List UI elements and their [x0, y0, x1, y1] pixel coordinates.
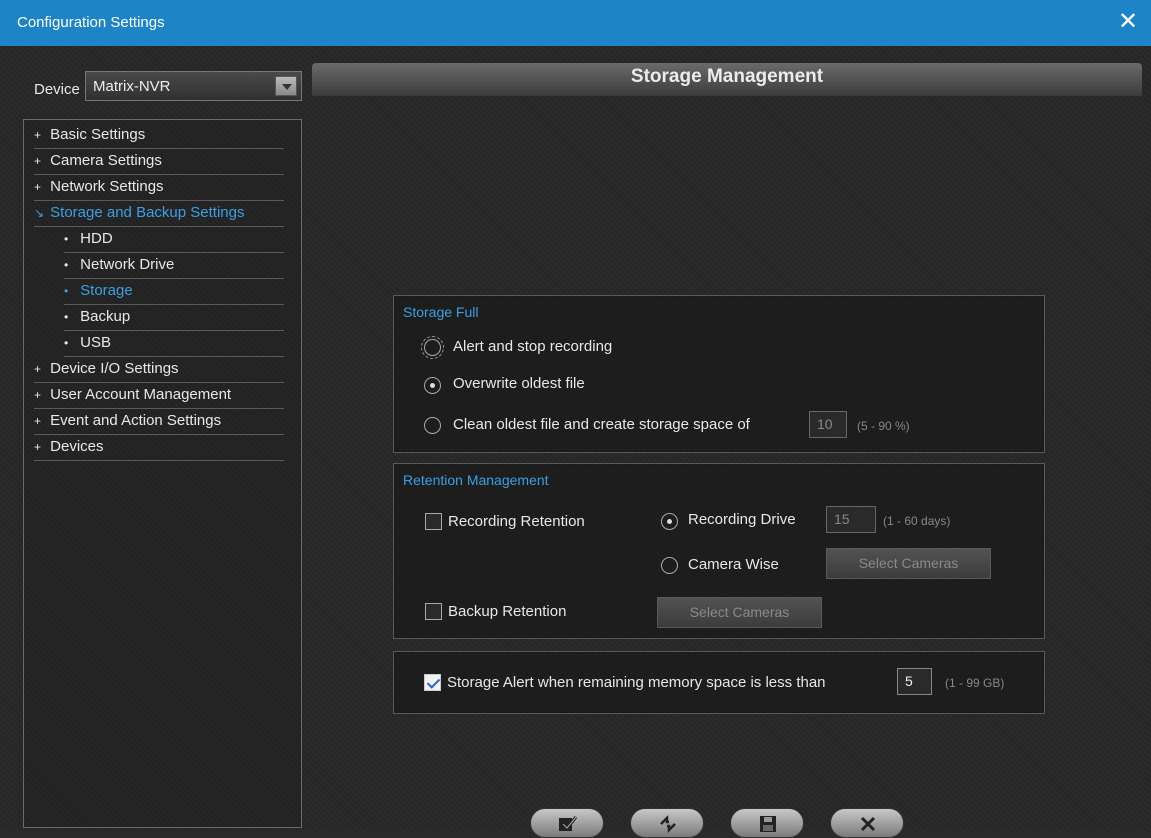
recording-drive-days-input[interactable]: 15: [826, 506, 876, 533]
radio-alert-stop[interactable]: [421, 336, 444, 359]
cancel-button[interactable]: [830, 808, 904, 838]
refresh-icon: [660, 815, 676, 833]
expand-icon: +: [34, 414, 42, 428]
recording-drive-range: (1 - 60 days): [883, 514, 951, 528]
tree-item-network-drive[interactable]: • Network Drive: [64, 254, 284, 279]
expand-icon: +: [34, 128, 42, 142]
tree-item-label: Event and Action Settings: [50, 412, 222, 429]
tree-item-devices[interactable]: + Devices: [34, 436, 284, 461]
tree-item-usb[interactable]: • USB: [64, 332, 284, 357]
backup-retention-checkbox[interactable]: [425, 603, 442, 620]
tree-item-label: Storage: [80, 282, 133, 299]
tree-item-backup[interactable]: • Backup: [64, 306, 284, 331]
radio-clean-oldest[interactable]: [424, 417, 441, 434]
radio-overwrite-label: Overwrite oldest file: [453, 375, 585, 392]
retention-group: Retention Management Recording Retention…: [393, 463, 1045, 639]
storage-alert-label: Storage Alert when remaining memory spac…: [447, 674, 826, 691]
storage-alert-range: (1 - 99 GB): [945, 676, 1005, 690]
clean-percent-input[interactable]: 10: [809, 411, 847, 438]
storage-full-title: Storage Full: [403, 304, 479, 320]
settings-tree: + Basic Settings + Camera Settings + Net…: [23, 119, 302, 828]
config-window: Device Matrix-NVR + Basic Settings + Cam…: [0, 46, 1151, 838]
bullet-icon: •: [64, 284, 69, 298]
cancel-icon: [860, 816, 876, 832]
tree-item-device-io-settings[interactable]: + Device I/O Settings: [34, 358, 284, 383]
radio-clean-oldest-label: Clean oldest file and create storage spa…: [453, 416, 750, 433]
tree-item-user-account-management[interactable]: + User Account Management: [34, 384, 284, 409]
page-title: Storage Management: [630, 66, 824, 87]
tree-item-network-settings[interactable]: + Network Settings: [34, 176, 284, 201]
content-panel: Storage Management Storage Full Alert an…: [312, 63, 1142, 838]
tree-item-label: Network Drive: [80, 256, 175, 273]
bullet-icon: •: [64, 232, 69, 246]
chevron-down-icon[interactable]: [275, 76, 297, 96]
tree-item-label: Device I/O Settings: [50, 360, 179, 377]
tree-item-event-action-settings[interactable]: + Event and Action Settings: [34, 410, 284, 435]
close-icon[interactable]: ✕: [1115, 9, 1141, 35]
refresh-button[interactable]: [630, 808, 704, 838]
expand-icon: +: [34, 180, 42, 194]
retention-title: Retention Management: [403, 472, 549, 488]
tree-item-storage-backup-settings[interactable]: ↘ Storage and Backup Settings: [34, 202, 284, 227]
tree-item-camera-settings[interactable]: + Camera Settings: [34, 150, 284, 175]
tree-item-label: Storage and Backup Settings: [50, 204, 245, 221]
window-title: Configuration Settings: [17, 14, 165, 31]
device-select[interactable]: Matrix-NVR: [85, 71, 302, 101]
tree-item-label: Basic Settings: [50, 126, 146, 143]
device-label: Device: [34, 81, 80, 98]
tree-item-storage[interactable]: • Storage: [64, 280, 284, 305]
tree-item-label: HDD: [80, 230, 113, 247]
tree-item-label: Backup: [80, 308, 131, 325]
bullet-icon: •: [64, 310, 69, 324]
tree-item-label: Camera Settings: [50, 152, 162, 169]
apply-button[interactable]: [530, 808, 604, 838]
tree-item-label: Devices: [50, 438, 104, 455]
storage-alert-group: Storage Alert when remaining memory spac…: [393, 651, 1045, 714]
radio-camera-wise[interactable]: [661, 557, 678, 574]
backup-select-cameras-button[interactable]: Select Cameras: [657, 597, 822, 628]
radio-recording-drive[interactable]: [661, 513, 678, 530]
storage-alert-checkbox[interactable]: [424, 674, 441, 691]
storage-full-group: Storage Full Alert and stop recording Ov…: [393, 295, 1045, 453]
radio-overwrite[interactable]: [424, 377, 441, 394]
title-bar: Configuration Settings ✕: [0, 0, 1151, 46]
expand-icon: +: [34, 388, 42, 402]
expand-icon: +: [34, 362, 42, 376]
bullet-icon: •: [64, 336, 69, 350]
tree-item-label: Network Settings: [50, 178, 164, 195]
select-cameras-button[interactable]: Select Cameras: [826, 548, 991, 579]
save-button[interactable]: [730, 808, 804, 838]
device-select-value: Matrix-NVR: [93, 78, 171, 95]
clean-percent-range: (5 - 90 %): [857, 419, 910, 433]
bullet-icon: •: [64, 258, 69, 272]
radio-camera-wise-label: Camera Wise: [688, 556, 779, 573]
tree-item-label: User Account Management: [50, 386, 232, 403]
page-header: Storage Management: [312, 63, 1142, 96]
apply-icon: [559, 816, 578, 831]
backup-retention-label: Backup Retention: [448, 603, 567, 620]
radio-alert-stop-label: Alert and stop recording: [453, 338, 613, 355]
recording-retention-label: Recording Retention: [448, 513, 585, 530]
storage-alert-gb-input[interactable]: 5: [897, 668, 932, 695]
recording-retention-checkbox[interactable]: [425, 513, 442, 530]
tree-item-basic-settings[interactable]: + Basic Settings: [34, 124, 284, 149]
expand-icon: +: [34, 154, 42, 168]
radio-recording-drive-label: Recording Drive: [688, 511, 796, 528]
expand-icon: +: [34, 440, 42, 454]
collapse-icon: ↘: [34, 206, 45, 220]
tree-item-hdd[interactable]: • HDD: [64, 228, 284, 253]
tree-item-label: USB: [80, 334, 112, 351]
save-icon: [760, 816, 776, 832]
